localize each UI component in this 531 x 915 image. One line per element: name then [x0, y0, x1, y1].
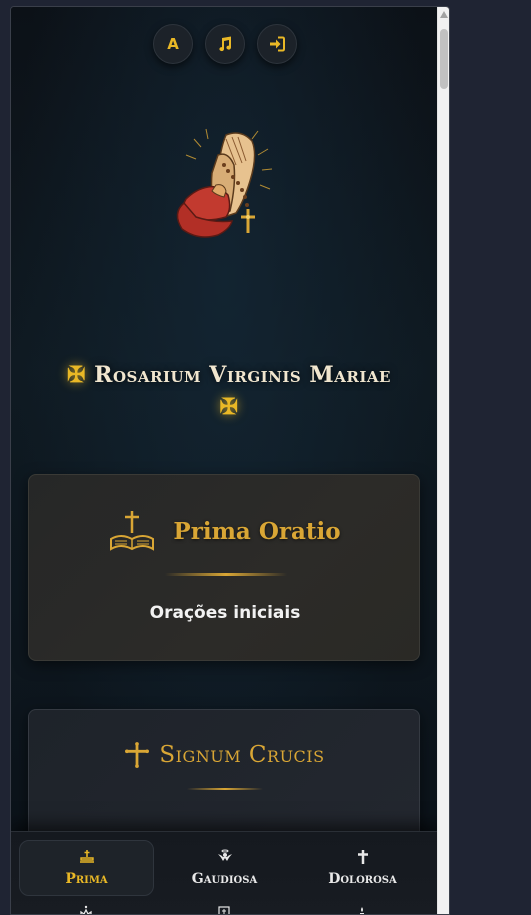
card-title: Prima Oratio	[173, 517, 341, 545]
scroll-up-arrow-icon[interactable]	[440, 11, 448, 18]
sign-in-icon	[270, 36, 285, 52]
bottom-nav: Prima Gaudiosa Dolorosa	[11, 831, 439, 915]
card-title: Signum Crucis	[159, 742, 325, 768]
nav-item-dolorosa[interactable]: Dolorosa	[295, 840, 430, 896]
nav-label: Gaudiosa	[191, 871, 258, 887]
music-button[interactable]	[205, 24, 245, 64]
font-size-button[interactable]: A	[153, 24, 193, 64]
card-subtitle: Orações iniciais	[149, 603, 301, 623]
card-header: Prima Oratio	[29, 509, 421, 553]
scroll-thumb[interactable]	[440, 29, 448, 89]
login-button[interactable]	[257, 24, 297, 64]
nav-label: Prima	[65, 871, 108, 887]
nav-item-prima[interactable]: Prima	[19, 840, 154, 896]
divider	[165, 573, 287, 576]
angel-icon	[217, 849, 232, 861]
scrollbar[interactable]	[437, 7, 449, 914]
app-screen: A ✠ Rosarium Virginis Mariae ✠ Prima Ora…	[11, 7, 439, 915]
book-icon[interactable]	[216, 904, 232, 915]
title-text: Rosarium Virginis Mariae	[94, 362, 391, 388]
bible-cross-icon	[110, 511, 155, 551]
font-size-label: A	[167, 35, 179, 53]
crown-icon[interactable]	[78, 904, 94, 915]
nav-label: Dolorosa	[328, 871, 397, 887]
page-title: ✠ Rosarium Virginis Mariae ✠	[29, 359, 429, 423]
top-toolbar: A	[11, 24, 439, 64]
nav-item-gaudiosa[interactable]: Gaudiosa	[157, 840, 292, 896]
maltese-cross-icon: ✠	[67, 362, 86, 388]
app-frame: A ✠ Rosarium Virginis Mariae ✠ Prima Ora…	[10, 6, 450, 915]
card-header: Signum Crucis	[29, 742, 421, 768]
prima-oratio-card[interactable]: Prima Oratio Orações iniciais	[28, 474, 420, 661]
altar-icon	[79, 850, 94, 863]
cross-icon	[357, 850, 368, 864]
music-note-icon	[219, 36, 232, 52]
candle-icon[interactable]	[354, 904, 370, 915]
divider	[187, 788, 263, 790]
cross-icon	[125, 742, 150, 768]
maltese-cross-icon: ✠	[219, 394, 239, 420]
praying-hands-rosary-icon	[176, 128, 273, 238]
